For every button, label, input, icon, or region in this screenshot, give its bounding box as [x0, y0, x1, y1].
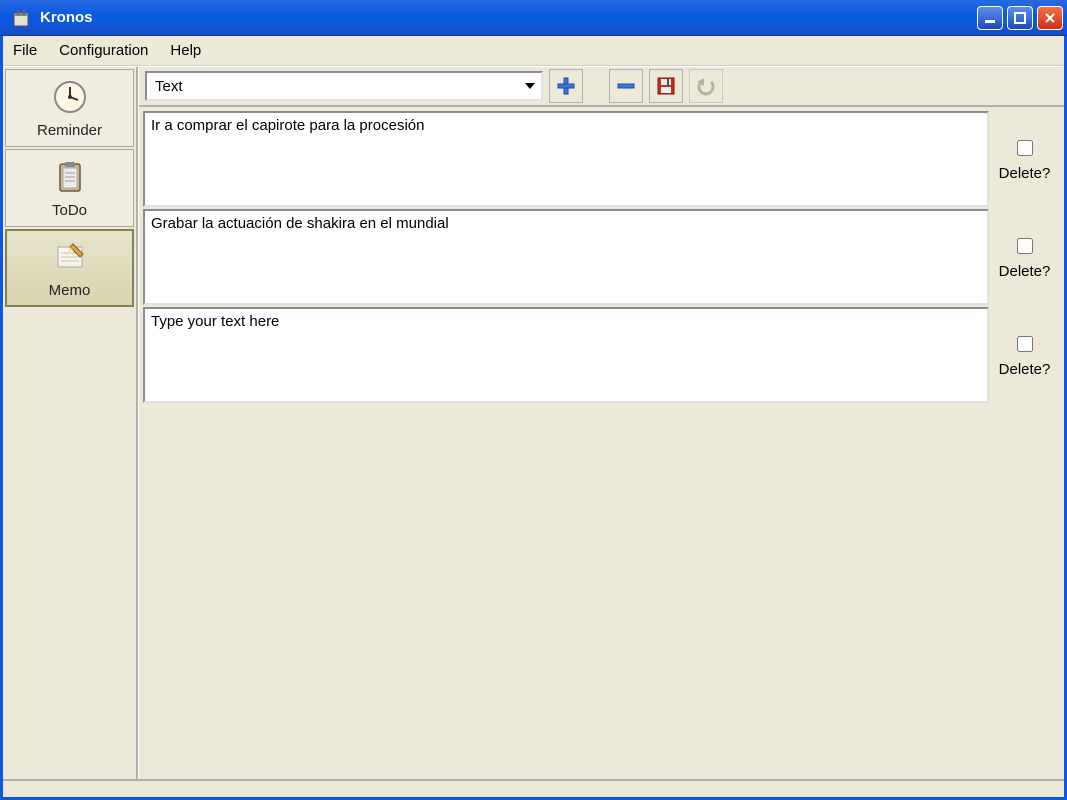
sidebar-item-label: Memo	[49, 282, 91, 299]
sidebar-item-reminder[interactable]: Reminder	[5, 69, 134, 147]
app-icon	[10, 7, 32, 29]
sidebar: Reminder ToDo	[3, 67, 138, 779]
window-title: Kronos	[40, 9, 93, 26]
delete-checkbox[interactable]	[1017, 336, 1033, 352]
undo-button[interactable]	[689, 69, 723, 103]
memo-icon	[51, 238, 89, 276]
toolbar: Text	[139, 67, 1064, 107]
memo-row: Delete?	[143, 111, 1060, 207]
sidebar-item-label: Reminder	[37, 122, 102, 139]
remove-button[interactable]	[609, 69, 643, 103]
clock-icon	[51, 78, 89, 116]
titlebar: Kronos	[0, 0, 1067, 36]
clipboard-icon	[51, 158, 89, 196]
minus-icon	[616, 76, 636, 96]
sidebar-item-todo[interactable]: ToDo	[5, 149, 134, 227]
delete-label: Delete?	[999, 361, 1051, 378]
memo-text[interactable]	[143, 307, 989, 403]
plus-icon	[556, 76, 576, 96]
delete-label: Delete?	[999, 165, 1051, 182]
menu-help[interactable]: Help	[170, 42, 201, 59]
floppy-icon	[656, 76, 676, 96]
memo-text[interactable]	[143, 111, 989, 207]
maximize-button[interactable]	[1007, 6, 1033, 30]
chevron-down-icon[interactable]	[519, 73, 541, 99]
memo-row: Delete?	[143, 209, 1060, 305]
undo-icon	[695, 76, 717, 96]
statusbar	[3, 779, 1064, 797]
sidebar-item-label: ToDo	[52, 202, 87, 219]
window-buttons	[977, 6, 1063, 30]
memo-text[interactable]	[143, 209, 989, 305]
menu-configuration[interactable]: Configuration	[59, 42, 148, 59]
sidebar-item-memo[interactable]: Memo	[5, 229, 134, 307]
save-button[interactable]	[649, 69, 683, 103]
delete-checkbox[interactable]	[1017, 140, 1033, 156]
menu-file[interactable]: File	[13, 42, 37, 59]
memo-list: Delete? Delete? Delete?	[139, 107, 1064, 779]
delete-checkbox[interactable]	[1017, 238, 1033, 254]
add-button[interactable]	[549, 69, 583, 103]
delete-label: Delete?	[999, 263, 1051, 280]
type-combo[interactable]: Text	[145, 71, 543, 101]
type-combo-value: Text	[155, 78, 183, 95]
memo-row: Delete?	[143, 307, 1060, 403]
menubar: File Configuration Help	[3, 36, 1064, 66]
minimize-button[interactable]	[977, 6, 1003, 30]
close-button[interactable]	[1037, 6, 1063, 30]
